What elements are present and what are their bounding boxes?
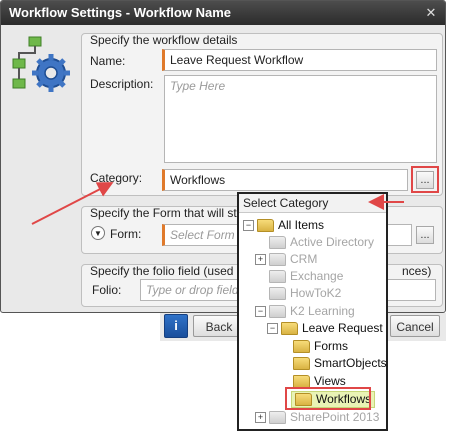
close-icon[interactable]: ✕ bbox=[421, 3, 441, 23]
form-label: Form: bbox=[110, 227, 142, 241]
form-browse-button[interactable]: ... bbox=[416, 226, 434, 244]
category-field[interactable]: Workflows bbox=[162, 169, 408, 191]
folder-icon bbox=[269, 305, 286, 319]
folio-group-title-tail: nces) bbox=[402, 264, 432, 278]
name-label: Name: bbox=[90, 54, 126, 68]
select-category-popup: Select Category − All Items Active Direct… bbox=[237, 192, 388, 431]
folder-icon bbox=[293, 340, 310, 354]
tree-item-k2-learning[interactable]: − K2 Learning bbox=[255, 304, 355, 321]
tree-item-exchange[interactable]: Exchange bbox=[269, 269, 343, 286]
collapse-toggle-icon[interactable]: − bbox=[267, 323, 278, 335]
tree-item-sharepoint-2013[interactable]: + SharePoint 2013 bbox=[255, 410, 379, 427]
folder-icon bbox=[281, 322, 298, 336]
tree-item-forms[interactable]: Forms bbox=[293, 339, 348, 356]
description-label: Description: bbox=[90, 77, 154, 91]
category-label: Category: bbox=[90, 171, 143, 185]
folder-icon bbox=[293, 357, 310, 371]
expand-toggle-icon[interactable]: + bbox=[255, 254, 266, 266]
folio-group-title: Specify the folio field (used bbox=[90, 264, 234, 278]
tree-item-crm[interactable]: + CRM bbox=[255, 252, 317, 269]
name-field[interactable]: Leave Request Workflow bbox=[162, 49, 437, 71]
workflows-highlight bbox=[285, 387, 371, 410]
window-title: Workflow Settings - Workflow Name bbox=[9, 5, 231, 20]
title-bar[interactable]: Workflow Settings - Workflow Name ✕ bbox=[1, 1, 445, 25]
folder-icon bbox=[269, 270, 286, 284]
popup-header: Select Category bbox=[239, 194, 386, 213]
folder-icon bbox=[269, 287, 286, 301]
browse-highlight bbox=[411, 166, 439, 193]
folder-icon bbox=[269, 236, 286, 250]
tree-item-howtok2[interactable]: HowToK2 bbox=[269, 286, 341, 303]
tree-item-active-directory[interactable]: Active Directory bbox=[269, 235, 374, 252]
folder-icon bbox=[269, 253, 286, 267]
folder-icon bbox=[269, 411, 286, 425]
tree-item-smartobjects[interactable]: SmartObjects bbox=[293, 356, 387, 373]
workflow-details-group: Specify the workflow details Name: Leave… bbox=[81, 33, 443, 196]
cancel-button[interactable]: Cancel bbox=[390, 315, 440, 337]
description-field[interactable]: Type Here bbox=[164, 75, 437, 163]
expand-toggle-icon[interactable]: + bbox=[255, 412, 266, 424]
workflow-details-title: Specify the workflow details bbox=[90, 33, 238, 47]
collapse-toggle-icon[interactable]: − bbox=[243, 220, 254, 232]
tree-item-leave-request[interactable]: − Leave Request bbox=[267, 321, 383, 338]
collapse-toggle-icon[interactable]: − bbox=[255, 306, 266, 318]
info-button[interactable]: i bbox=[164, 314, 188, 338]
workflow-settings-icon bbox=[7, 35, 73, 95]
form-group-title: Specify the Form that will st bbox=[90, 206, 237, 220]
folio-label: Folio: bbox=[92, 283, 122, 297]
chevron-down-icon[interactable]: ▼ bbox=[91, 226, 105, 240]
folder-icon bbox=[257, 219, 274, 233]
tree-item-all-items[interactable]: − All Items bbox=[243, 218, 324, 235]
